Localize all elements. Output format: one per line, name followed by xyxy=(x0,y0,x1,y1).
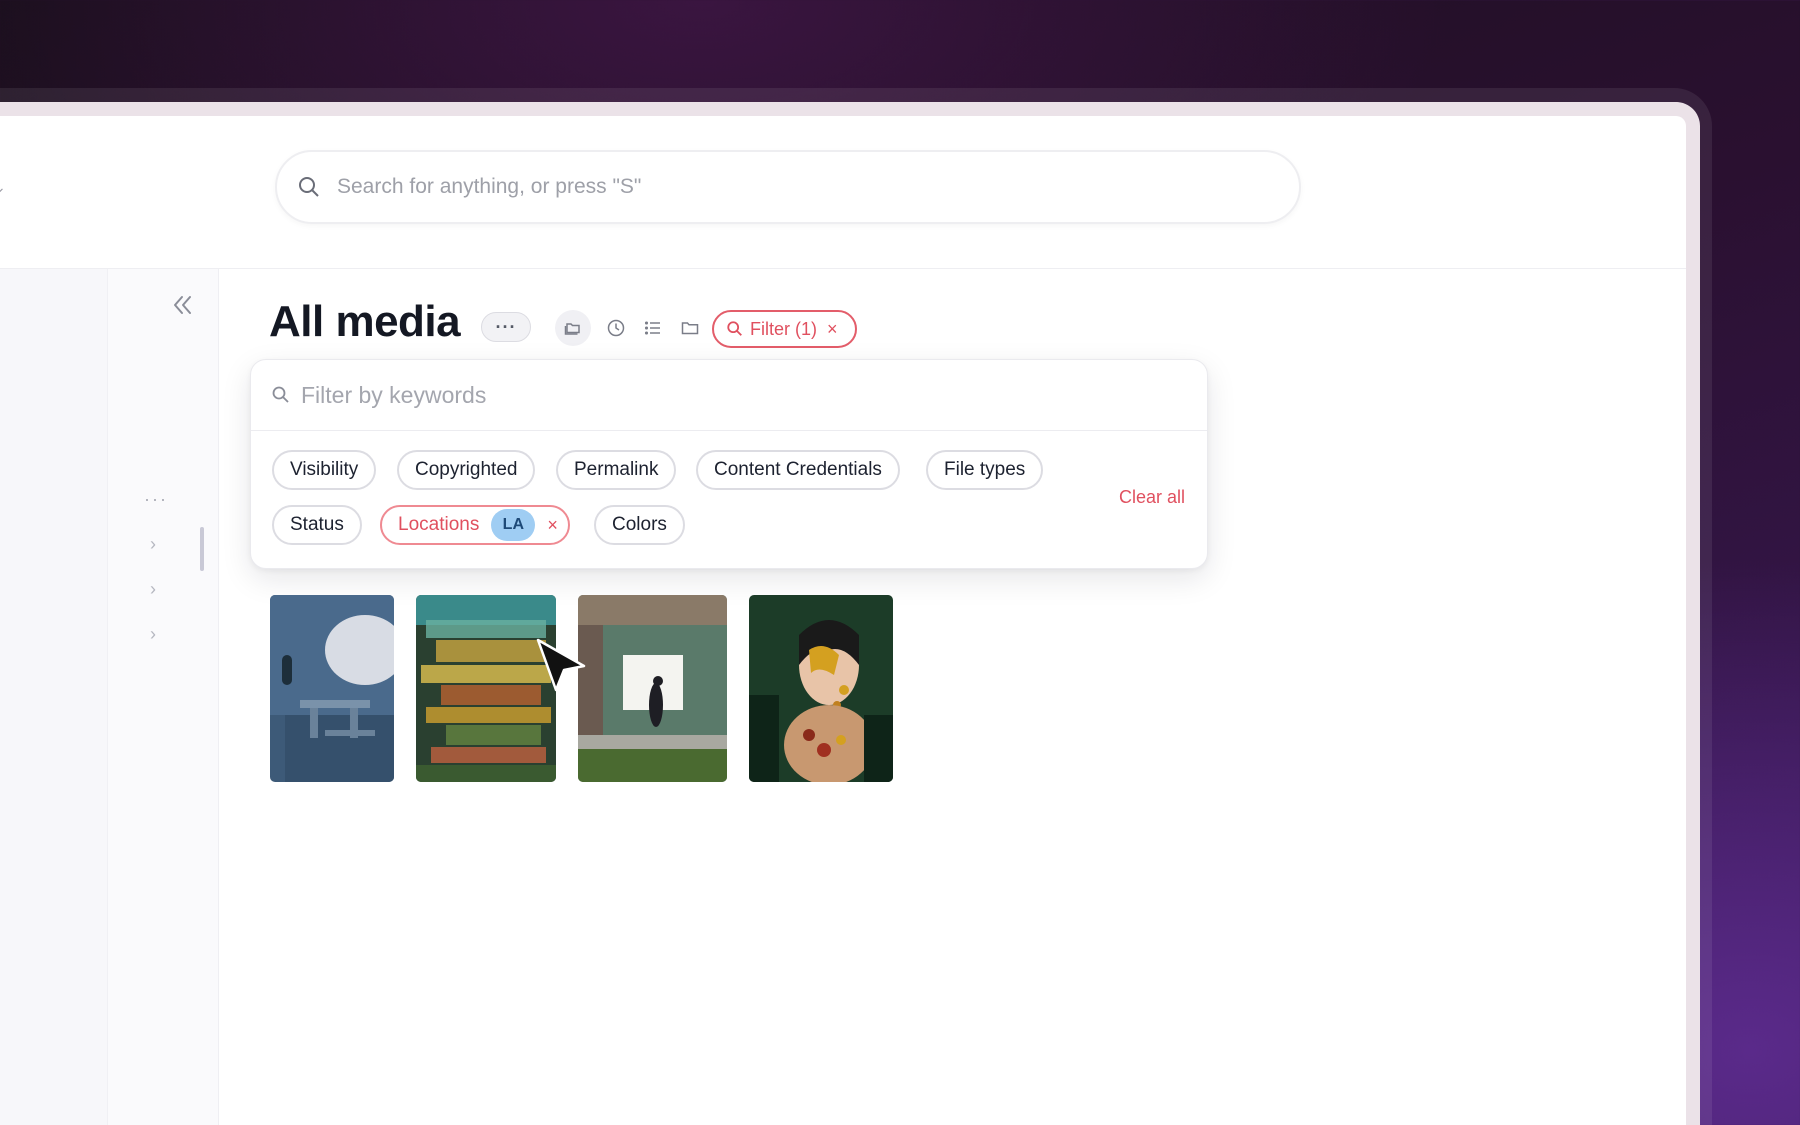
sidebar-more-icon[interactable]: ··· xyxy=(144,489,168,510)
sidebar: ··· › › › xyxy=(0,269,219,1125)
global-search-input[interactable] xyxy=(337,175,1237,199)
list-view-button[interactable] xyxy=(635,310,671,346)
sidebar-expand-icon[interactable]: › xyxy=(150,579,156,600)
sidebar-active-indicator xyxy=(200,527,204,571)
chevron-down-icon[interactable]: ⌄ xyxy=(0,179,6,196)
sidebar-expand-icon[interactable]: › xyxy=(150,534,156,555)
list-icon xyxy=(644,321,660,335)
location-badge: LA xyxy=(491,509,536,541)
page-title: All media xyxy=(269,297,461,346)
media-thumbnail[interactable] xyxy=(578,595,727,782)
close-icon[interactable]: × xyxy=(827,319,838,340)
folder-icon xyxy=(681,322,699,335)
global-search-bar[interactable] xyxy=(275,150,1301,224)
close-icon[interactable]: × xyxy=(547,515,558,536)
filter-panel: Visibility Copyrighted Permalink Content… xyxy=(250,359,1208,569)
recent-button[interactable] xyxy=(598,310,634,346)
filter-pill-copyrighted[interactable]: Copyrighted xyxy=(397,450,536,490)
street-billboard-image xyxy=(578,595,727,782)
filter-pill-status[interactable]: Status xyxy=(272,505,362,545)
top-bar: ⌄ xyxy=(0,107,1698,269)
sidebar-rail xyxy=(0,269,108,1125)
filter-button-label: Filter (1) xyxy=(750,318,817,339)
clock-icon xyxy=(607,319,625,337)
media-thumbnail[interactable] xyxy=(416,595,556,782)
folder-button[interactable] xyxy=(672,310,708,346)
filter-search-row xyxy=(251,360,1207,431)
search-icon xyxy=(299,177,319,197)
filter-keyword-input[interactable] xyxy=(301,381,1101,409)
motion-blur-image xyxy=(416,595,556,782)
filter-pill-locations[interactable]: Locations LA × xyxy=(380,505,570,545)
folders-icon xyxy=(564,323,580,335)
filter-pill-colors[interactable]: Colors xyxy=(594,505,685,545)
more-options-button[interactable]: ··· xyxy=(481,312,531,342)
filter-pill-visibility[interactable]: Visibility xyxy=(272,450,377,490)
collapse-sidebar-icon[interactable] xyxy=(168,291,196,319)
search-icon xyxy=(727,321,742,336)
filter-pill-permalink[interactable]: Permalink xyxy=(556,450,677,490)
filter-pill-locations-label: Locations xyxy=(398,514,480,535)
filter-pill-content-credentials[interactable]: Content Credentials xyxy=(696,450,900,490)
clear-all-link[interactable]: Clear all xyxy=(1119,487,1185,508)
search-icon xyxy=(272,386,289,403)
media-thumbnail[interactable] xyxy=(749,595,893,782)
folders-view-button[interactable] xyxy=(555,310,591,346)
filter-button[interactable]: Filter (1) × xyxy=(712,310,857,348)
cursor-icon xyxy=(536,638,586,698)
blue-room-image xyxy=(270,595,394,782)
sidebar-expand-icon[interactable]: › xyxy=(150,624,156,645)
app-window: ⌄ ··· › › › All media ··· Filter (1) × xyxy=(0,102,1698,1125)
media-thumbnail[interactable] xyxy=(270,595,394,782)
gold-mask-portrait-image xyxy=(749,595,893,782)
filter-pill-file-types[interactable]: File types xyxy=(926,450,1044,490)
